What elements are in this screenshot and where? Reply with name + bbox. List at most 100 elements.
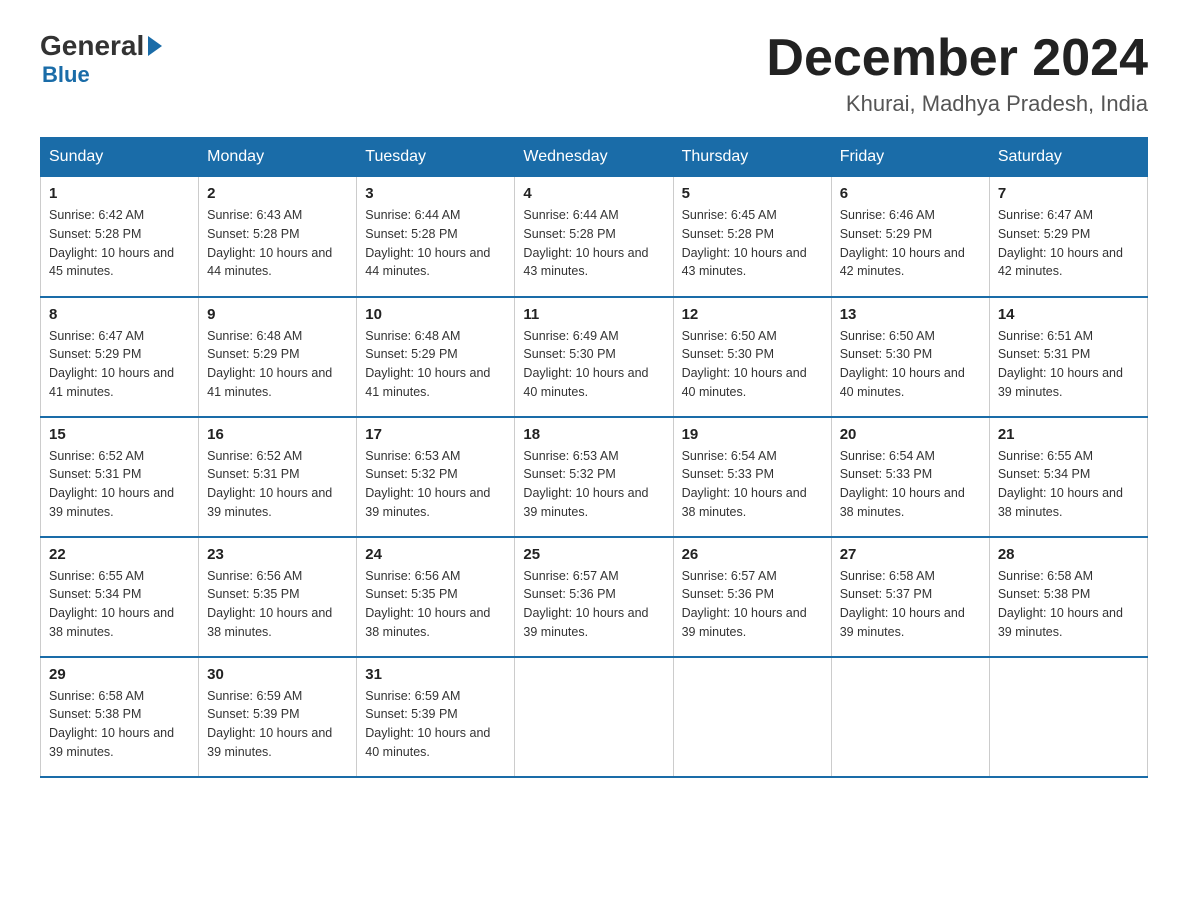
page-header: General Blue December 2024 Khurai, Madhy…: [40, 30, 1148, 117]
calendar-cell: 11 Sunrise: 6:49 AMSunset: 5:30 PMDaylig…: [515, 297, 673, 417]
day-number: 3: [365, 185, 506, 202]
day-info: Sunrise: 6:53 AMSunset: 5:32 PMDaylight:…: [523, 447, 664, 522]
calendar-cell: 27 Sunrise: 6:58 AMSunset: 5:37 PMDaylig…: [831, 537, 989, 657]
calendar-cell: [673, 657, 831, 777]
day-number: 30: [207, 666, 348, 683]
weekday-header-tuesday: Tuesday: [357, 138, 515, 177]
day-number: 29: [49, 666, 190, 683]
day-number: 25: [523, 546, 664, 563]
calendar-cell: 29 Sunrise: 6:58 AMSunset: 5:38 PMDaylig…: [41, 657, 199, 777]
day-info: Sunrise: 6:58 AMSunset: 5:38 PMDaylight:…: [998, 567, 1139, 642]
day-number: 8: [49, 306, 190, 323]
day-info: Sunrise: 6:52 AMSunset: 5:31 PMDaylight:…: [207, 447, 348, 522]
day-number: 2: [207, 185, 348, 202]
logo-general: General: [40, 30, 164, 62]
week-row-5: 29 Sunrise: 6:58 AMSunset: 5:38 PMDaylig…: [41, 657, 1148, 777]
calendar-table: SundayMondayTuesdayWednesdayThursdayFrid…: [40, 137, 1148, 778]
day-number: 23: [207, 546, 348, 563]
calendar-cell: 1 Sunrise: 6:42 AMSunset: 5:28 PMDayligh…: [41, 177, 199, 297]
calendar-cell: 8 Sunrise: 6:47 AMSunset: 5:29 PMDayligh…: [41, 297, 199, 417]
day-number: 21: [998, 426, 1139, 443]
day-number: 31: [365, 666, 506, 683]
day-info: Sunrise: 6:58 AMSunset: 5:37 PMDaylight:…: [840, 567, 981, 642]
calendar-cell: 17 Sunrise: 6:53 AMSunset: 5:32 PMDaylig…: [357, 417, 515, 537]
calendar-cell: 2 Sunrise: 6:43 AMSunset: 5:28 PMDayligh…: [199, 177, 357, 297]
day-info: Sunrise: 6:56 AMSunset: 5:35 PMDaylight:…: [207, 567, 348, 642]
weekday-header-row: SundayMondayTuesdayWednesdayThursdayFrid…: [41, 138, 1148, 177]
day-info: Sunrise: 6:48 AMSunset: 5:29 PMDaylight:…: [365, 327, 506, 402]
day-info: Sunrise: 6:54 AMSunset: 5:33 PMDaylight:…: [840, 447, 981, 522]
day-number: 5: [682, 185, 823, 202]
day-number: 1: [49, 185, 190, 202]
week-row-3: 15 Sunrise: 6:52 AMSunset: 5:31 PMDaylig…: [41, 417, 1148, 537]
calendar-cell: 9 Sunrise: 6:48 AMSunset: 5:29 PMDayligh…: [199, 297, 357, 417]
calendar-cell: [989, 657, 1147, 777]
calendar-cell: 24 Sunrise: 6:56 AMSunset: 5:35 PMDaylig…: [357, 537, 515, 657]
day-info: Sunrise: 6:42 AMSunset: 5:28 PMDaylight:…: [49, 206, 190, 281]
logo-arrow-icon: [148, 36, 162, 56]
calendar-cell: 10 Sunrise: 6:48 AMSunset: 5:29 PMDaylig…: [357, 297, 515, 417]
day-info: Sunrise: 6:57 AMSunset: 5:36 PMDaylight:…: [523, 567, 664, 642]
day-number: 15: [49, 426, 190, 443]
day-number: 26: [682, 546, 823, 563]
calendar-cell: 31 Sunrise: 6:59 AMSunset: 5:39 PMDaylig…: [357, 657, 515, 777]
title-section: December 2024 Khurai, Madhya Pradesh, In…: [766, 30, 1148, 117]
day-info: Sunrise: 6:47 AMSunset: 5:29 PMDaylight:…: [49, 327, 190, 402]
location: Khurai, Madhya Pradesh, India: [766, 91, 1148, 117]
logo-general-text: General: [40, 30, 144, 62]
day-info: Sunrise: 6:52 AMSunset: 5:31 PMDaylight:…: [49, 447, 190, 522]
day-info: Sunrise: 6:49 AMSunset: 5:30 PMDaylight:…: [523, 327, 664, 402]
calendar-cell: 30 Sunrise: 6:59 AMSunset: 5:39 PMDaylig…: [199, 657, 357, 777]
day-number: 13: [840, 306, 981, 323]
calendar-cell: 26 Sunrise: 6:57 AMSunset: 5:36 PMDaylig…: [673, 537, 831, 657]
weekday-header-friday: Friday: [831, 138, 989, 177]
day-number: 17: [365, 426, 506, 443]
weekday-header-wednesday: Wednesday: [515, 138, 673, 177]
day-number: 16: [207, 426, 348, 443]
calendar-cell: 15 Sunrise: 6:52 AMSunset: 5:31 PMDaylig…: [41, 417, 199, 537]
week-row-1: 1 Sunrise: 6:42 AMSunset: 5:28 PMDayligh…: [41, 177, 1148, 297]
day-number: 28: [998, 546, 1139, 563]
day-number: 20: [840, 426, 981, 443]
calendar-cell: 20 Sunrise: 6:54 AMSunset: 5:33 PMDaylig…: [831, 417, 989, 537]
day-info: Sunrise: 6:51 AMSunset: 5:31 PMDaylight:…: [998, 327, 1139, 402]
day-info: Sunrise: 6:48 AMSunset: 5:29 PMDaylight:…: [207, 327, 348, 402]
day-info: Sunrise: 6:57 AMSunset: 5:36 PMDaylight:…: [682, 567, 823, 642]
day-number: 7: [998, 185, 1139, 202]
weekday-header-monday: Monday: [199, 138, 357, 177]
day-info: Sunrise: 6:59 AMSunset: 5:39 PMDaylight:…: [365, 687, 506, 762]
day-info: Sunrise: 6:44 AMSunset: 5:28 PMDaylight:…: [523, 206, 664, 281]
day-number: 24: [365, 546, 506, 563]
day-number: 22: [49, 546, 190, 563]
day-info: Sunrise: 6:47 AMSunset: 5:29 PMDaylight:…: [998, 206, 1139, 281]
calendar-cell: 13 Sunrise: 6:50 AMSunset: 5:30 PMDaylig…: [831, 297, 989, 417]
day-number: 11: [523, 306, 664, 323]
weekday-header-sunday: Sunday: [41, 138, 199, 177]
calendar-cell: 23 Sunrise: 6:56 AMSunset: 5:35 PMDaylig…: [199, 537, 357, 657]
weekday-header-thursday: Thursday: [673, 138, 831, 177]
calendar-cell: 6 Sunrise: 6:46 AMSunset: 5:29 PMDayligh…: [831, 177, 989, 297]
day-info: Sunrise: 6:44 AMSunset: 5:28 PMDaylight:…: [365, 206, 506, 281]
calendar-cell: 7 Sunrise: 6:47 AMSunset: 5:29 PMDayligh…: [989, 177, 1147, 297]
day-info: Sunrise: 6:56 AMSunset: 5:35 PMDaylight:…: [365, 567, 506, 642]
day-number: 6: [840, 185, 981, 202]
day-number: 27: [840, 546, 981, 563]
calendar-cell: 12 Sunrise: 6:50 AMSunset: 5:30 PMDaylig…: [673, 297, 831, 417]
day-info: Sunrise: 6:59 AMSunset: 5:39 PMDaylight:…: [207, 687, 348, 762]
day-number: 14: [998, 306, 1139, 323]
calendar-cell: [515, 657, 673, 777]
day-number: 4: [523, 185, 664, 202]
logo-blue-text: Blue: [42, 62, 90, 88]
calendar-cell: 19 Sunrise: 6:54 AMSunset: 5:33 PMDaylig…: [673, 417, 831, 537]
calendar-cell: 25 Sunrise: 6:57 AMSunset: 5:36 PMDaylig…: [515, 537, 673, 657]
calendar-cell: 14 Sunrise: 6:51 AMSunset: 5:31 PMDaylig…: [989, 297, 1147, 417]
week-row-2: 8 Sunrise: 6:47 AMSunset: 5:29 PMDayligh…: [41, 297, 1148, 417]
day-info: Sunrise: 6:50 AMSunset: 5:30 PMDaylight:…: [682, 327, 823, 402]
day-info: Sunrise: 6:55 AMSunset: 5:34 PMDaylight:…: [49, 567, 190, 642]
day-number: 18: [523, 426, 664, 443]
weekday-header-saturday: Saturday: [989, 138, 1147, 177]
day-info: Sunrise: 6:55 AMSunset: 5:34 PMDaylight:…: [998, 447, 1139, 522]
calendar-cell: 21 Sunrise: 6:55 AMSunset: 5:34 PMDaylig…: [989, 417, 1147, 537]
week-row-4: 22 Sunrise: 6:55 AMSunset: 5:34 PMDaylig…: [41, 537, 1148, 657]
calendar-cell: 16 Sunrise: 6:52 AMSunset: 5:31 PMDaylig…: [199, 417, 357, 537]
